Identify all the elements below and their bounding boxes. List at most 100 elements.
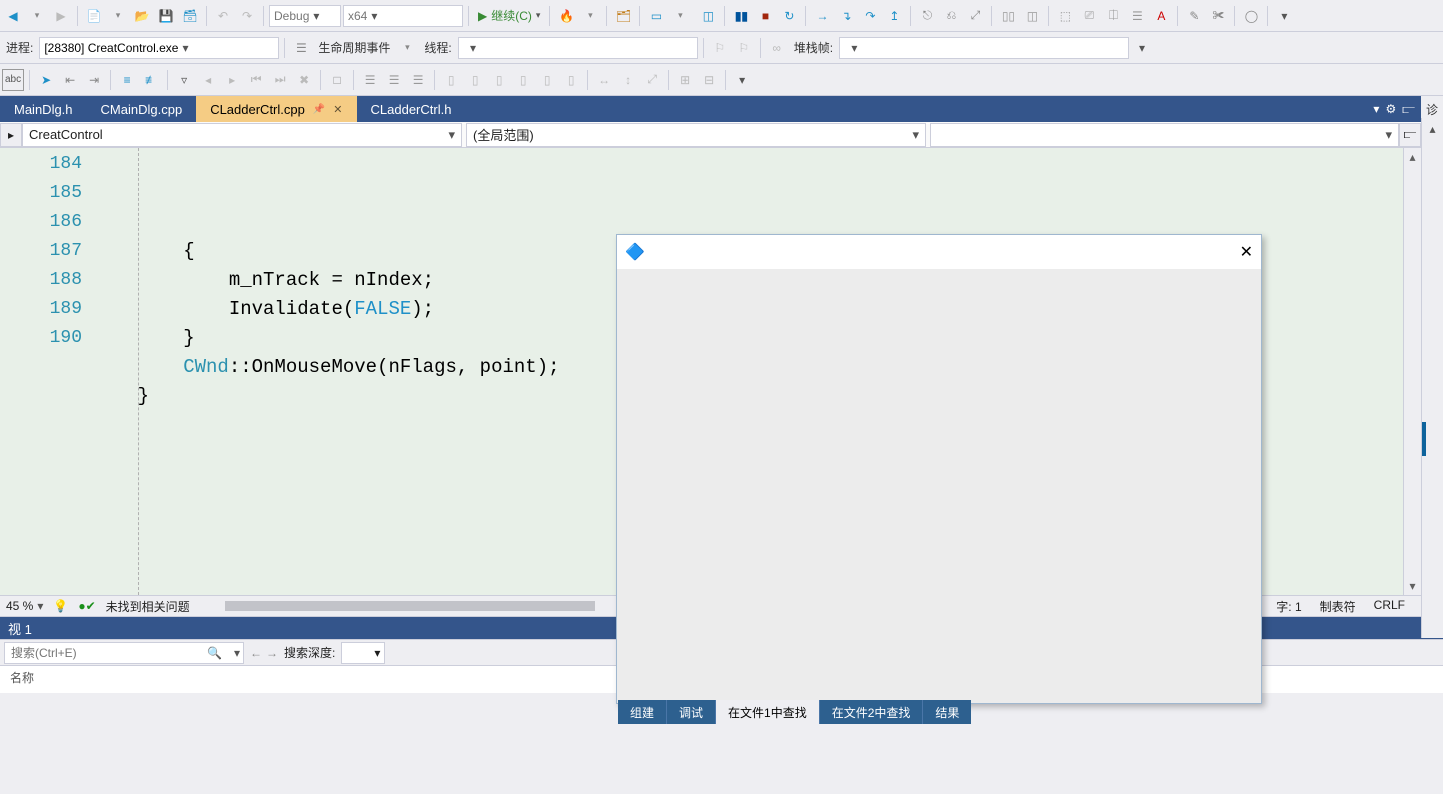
al5-icon[interactable]: ▯	[536, 69, 558, 91]
split-view-icon[interactable]: ⫍	[1399, 123, 1421, 147]
lifecycle-dd-icon[interactable]: ▾	[396, 37, 418, 59]
pg2-icon[interactable]: ☰	[383, 69, 405, 91]
tool-forward-icon[interactable]: ⎌	[940, 5, 962, 27]
platform-dropdown[interactable]: x64▾	[343, 5, 463, 27]
bm-prev-icon[interactable]: ◂	[197, 69, 219, 91]
open-folder-icon[interactable]: 📂	[131, 5, 153, 27]
search-dd-icon[interactable]: ▾	[234, 646, 240, 660]
circle-icon[interactable]: ◯	[1240, 5, 1262, 27]
output-tab-find2[interactable]: 在文件2中查找	[820, 700, 923, 724]
seg-group-icon[interactable]: ▯▯	[997, 5, 1019, 27]
step-out-icon[interactable]: ↥	[883, 5, 905, 27]
uncomment-icon[interactable]: ≢	[140, 69, 162, 91]
al1-icon[interactable]: ▯	[440, 69, 462, 91]
nav-back-icon[interactable]: ◀	[2, 5, 24, 27]
folder-stack-icon[interactable]: 🗂	[612, 5, 634, 27]
bookmark-icon[interactable]: ▿	[173, 69, 195, 91]
indent-right-icon[interactable]: ⇥	[83, 69, 105, 91]
type-dropdown[interactable]: (全局范围)▾	[466, 123, 926, 147]
éditer-icon[interactable]: ✎	[1183, 5, 1205, 27]
search-icon[interactable]: 🔍	[207, 646, 222, 660]
output-tab-build[interactable]: 组建	[618, 700, 666, 724]
bm-clear-icon[interactable]: ✖	[293, 69, 315, 91]
sz1-icon[interactable]: ↔	[593, 69, 615, 91]
vertical-scrollbar[interactable]: ▴ ▾	[1403, 148, 1421, 595]
stackframe-dropdown[interactable]: ▾	[839, 37, 1129, 59]
window-layout-dd-icon[interactable]: ▾	[669, 5, 691, 27]
indent-left-icon[interactable]: ⇤	[59, 69, 81, 91]
al6-icon[interactable]: ▯	[560, 69, 582, 91]
icon-1[interactable]: ⬚	[1054, 5, 1076, 27]
tab-cladderctrl-h[interactable]: CLadderCtrl.h	[357, 96, 466, 122]
close-icon[interactable]: ✕	[1240, 242, 1253, 262]
sp1-icon[interactable]: ⊞	[674, 69, 696, 91]
bm-prev2-icon[interactable]: ⏮	[245, 69, 267, 91]
member-dropdown[interactable]: ▾	[930, 123, 1399, 147]
config-dropdown[interactable]: Debug▾	[269, 5, 341, 27]
output-tab-debug[interactable]: 调试	[667, 700, 715, 724]
scroll-down-icon[interactable]: ▾	[1404, 577, 1421, 595]
abc-icon[interactable]: abc	[2, 69, 24, 91]
flag-off-icon[interactable]: ⚐	[733, 37, 755, 59]
search-prev-icon[interactable]: ←	[250, 646, 262, 660]
new-item-dd-icon[interactable]: ▾	[107, 5, 129, 27]
overflow-icon[interactable]: ▾	[1131, 37, 1153, 59]
stop-icon[interactable]: ■	[754, 5, 776, 27]
seg-ungroup-icon[interactable]: ◫	[1021, 5, 1043, 27]
sp2-icon[interactable]: ⊟	[698, 69, 720, 91]
icon-3[interactable]: ⎅	[1102, 5, 1124, 27]
save-all-icon[interactable]: 🗃	[179, 5, 201, 27]
bm-next-icon[interactable]: ▸	[221, 69, 243, 91]
hot-reload-icon[interactable]: 🔥	[555, 5, 577, 27]
pg3-icon[interactable]: ☰	[407, 69, 429, 91]
popup-titlebar[interactable]: 🔷 ✕	[617, 235, 1261, 269]
popup-window[interactable]: 🔷 ✕	[616, 234, 1262, 704]
comment-icon[interactable]: ≡	[116, 69, 138, 91]
thread-dropdown[interactable]: ▾	[458, 37, 698, 59]
scope-dropdown[interactable]: CreatControl▾	[22, 123, 462, 147]
zoom-dropdown[interactable]: 45 %	[6, 599, 43, 613]
sz2-icon[interactable]: ↕	[617, 69, 639, 91]
scissor-icon[interactable]: ✀	[1207, 5, 1229, 27]
output-tab-find1[interactable]: 在文件1中查找	[716, 700, 819, 724]
cursor-icon[interactable]: ➤	[35, 69, 57, 91]
nav-back-menu-icon[interactable]: ▾	[26, 5, 48, 27]
icon-4[interactable]: ☰	[1126, 5, 1148, 27]
h-scroll-thumb[interactable]	[225, 601, 596, 611]
sz3-icon[interactable]: ⤢	[641, 69, 663, 91]
lightbulb-icon[interactable]: 💡	[53, 599, 68, 613]
tab-cmaindlg-cpp[interactable]: CMainDlg.cpp	[87, 96, 197, 122]
step-into-icon[interactable]: ↴	[835, 5, 857, 27]
output-tab-results[interactable]: 结果	[923, 700, 971, 724]
search-next-icon[interactable]: →	[266, 646, 278, 660]
continue-button[interactable]: ▶ 继续(C) ▾	[474, 7, 544, 24]
pg1-icon[interactable]: ☰	[359, 69, 381, 91]
depth-dropdown[interactable]: ▾	[341, 642, 385, 664]
flag-icon[interactable]: ⚐	[709, 37, 731, 59]
al3-icon[interactable]: ▯	[488, 69, 510, 91]
infinity-icon[interactable]: ∞	[766, 37, 788, 59]
tool-nav-icon[interactable]: ⎋	[916, 5, 938, 27]
nav-side-icon[interactable]: ▸	[0, 123, 22, 147]
step-over-icon[interactable]: ↷	[859, 5, 881, 27]
step-cursor-icon[interactable]: →	[811, 5, 833, 27]
tab-cladderctrl-cpp[interactable]: CLadderCtrl.cpp 📌 ✕	[196, 96, 356, 122]
restart-icon[interactable]: ↻	[778, 5, 800, 27]
scroll-up-icon[interactable]: ▴	[1404, 148, 1421, 166]
close-icon[interactable]: ✕	[333, 103, 342, 116]
icon-2[interactable]: ⎚	[1078, 5, 1100, 27]
right-dock-arrow-up[interactable]: ▴	[1429, 122, 1435, 136]
al2-icon[interactable]: ▯	[464, 69, 486, 91]
save-icon[interactable]: 💾	[155, 5, 177, 27]
gear-icon[interactable]: ⚙	[1385, 102, 1396, 116]
text-color-icon[interactable]: A	[1150, 5, 1172, 27]
overflow-icon[interactable]: ▾	[1273, 5, 1295, 27]
window-split-icon[interactable]: ◫	[697, 5, 719, 27]
tool-toggle-icon[interactable]: ⤢	[964, 5, 986, 27]
box-icon[interactable]: □	[326, 69, 348, 91]
window-layout-icon[interactable]: ▭	[645, 5, 667, 27]
overflow-icon[interactable]: ▾	[731, 69, 753, 91]
new-item-icon[interactable]: 📄	[83, 5, 105, 27]
tab-maindlg-h[interactable]: MainDlg.h	[0, 96, 87, 122]
bm-next2-icon[interactable]: ⏭	[269, 69, 291, 91]
